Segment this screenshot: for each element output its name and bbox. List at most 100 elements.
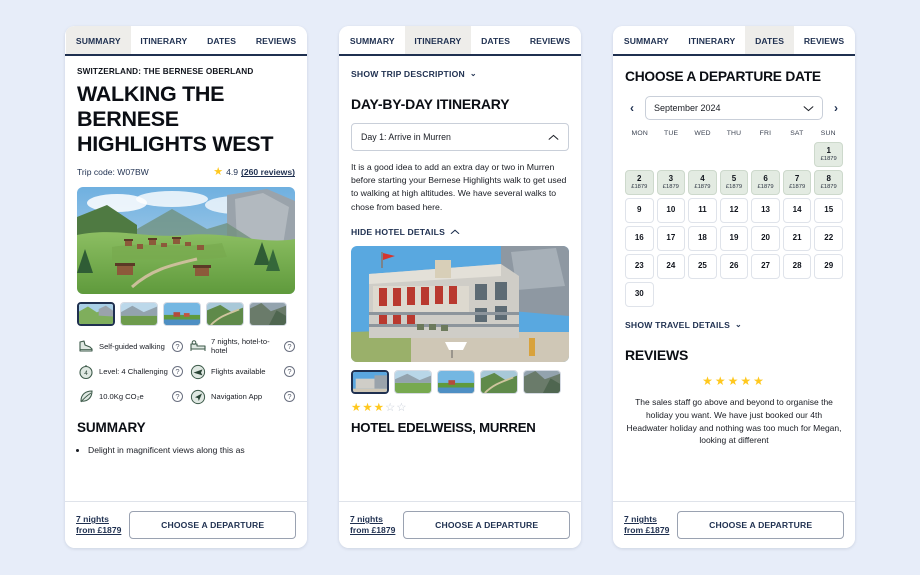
calendar-day-13[interactable]: 13 xyxy=(751,198,780,223)
calendar-day-22[interactable]: 22 xyxy=(814,226,843,251)
feature-label: Navigation App xyxy=(211,391,263,401)
calendar-day-18[interactable]: 18 xyxy=(688,226,717,251)
summary-bullets: Delight in magnificent views along this … xyxy=(77,444,295,456)
tab-summary[interactable]: SUMMARY xyxy=(614,26,679,54)
choose-departure-button[interactable]: CHOOSE A DEPARTURE xyxy=(677,511,844,539)
tab-itinerary[interactable]: ITINERARY xyxy=(131,26,198,54)
tab-itinerary[interactable]: ITINERARY xyxy=(404,26,472,54)
price-summary[interactable]: 7 nights from £1879 xyxy=(624,514,669,536)
calendar-day-11[interactable]: 11 xyxy=(688,198,717,223)
calendar-day-12[interactable]: 12 xyxy=(719,198,749,223)
hotel-thumbnail-0[interactable] xyxy=(351,369,389,394)
calendar-day-price: £1879 xyxy=(694,183,711,190)
price-summary[interactable]: 7 nights from £1879 xyxy=(76,514,121,536)
hotel-thumbnail-3[interactable] xyxy=(480,369,518,394)
thumbnail-0[interactable] xyxy=(77,301,115,326)
question-mark-icon[interactable]: ? xyxy=(172,366,183,378)
calendar-day-29[interactable]: 29 xyxy=(814,254,843,279)
thumbnail-1[interactable] xyxy=(120,301,158,326)
chevron-down-icon xyxy=(803,105,814,112)
hotel-thumbnail-1[interactable] xyxy=(394,369,432,394)
calendar-day-15[interactable]: 15 xyxy=(814,198,843,223)
calendar-day-9[interactable]: 9 xyxy=(625,198,654,223)
feature-label: 10.0Kg CO₂e xyxy=(99,391,144,401)
calendar-day-2[interactable]: 2 £1879 xyxy=(625,170,654,195)
calendar-day-10[interactable]: 10 xyxy=(656,198,686,223)
calendar-day-4[interactable]: 4 £1879 xyxy=(688,170,717,195)
thumbnail-3[interactable] xyxy=(206,301,244,326)
calendar-day-16[interactable]: 16 xyxy=(625,226,654,251)
tab-dates[interactable]: DATES xyxy=(745,26,794,54)
star-empty-icon: ☆ xyxy=(396,401,408,414)
calendar-day-30[interactable]: 30 xyxy=(625,282,654,307)
tab-dates[interactable]: DATES xyxy=(471,26,520,54)
calendar-day-23[interactable]: 23 xyxy=(625,254,654,279)
thumbnail-4[interactable] xyxy=(249,301,287,326)
chevron-right-icon[interactable]: › xyxy=(829,101,843,115)
hotel-image[interactable] xyxy=(351,245,569,362)
day-name: SUN xyxy=(820,130,836,137)
calendar-day-number: 28 xyxy=(792,261,802,271)
chevron-down-icon: ⌄ xyxy=(469,69,477,78)
tab-itinerary[interactable]: ITINERARY xyxy=(679,26,746,54)
show-trip-description-toggle[interactable]: SHOW TRIP DESCRIPTION ⌄ xyxy=(351,69,569,79)
feature-label: 7 nights, hotel-to-hotel xyxy=(211,336,270,356)
tab-reviews[interactable]: REVIEWS xyxy=(794,26,854,54)
show-travel-details-toggle[interactable]: SHOW TRAVEL DETAILS ⌄ xyxy=(625,320,843,330)
reviews-count-link[interactable]: (260 reviews) xyxy=(241,167,295,177)
review-star-rating: ★★★★★ xyxy=(625,375,843,387)
choose-departure-button[interactable]: CHOOSE A DEPARTURE xyxy=(129,511,296,539)
page-title: WALKING THE BERNESE HIGHLIGHTS WEST xyxy=(77,82,274,156)
tab-dates[interactable]: DATES xyxy=(197,26,246,54)
calendar-day-14[interactable]: 14 xyxy=(782,198,812,223)
mountain-meadow-thumb-icon xyxy=(395,370,431,393)
calendar-day-8[interactable]: 8 £1879 xyxy=(814,170,843,195)
calendar-day-26[interactable]: 26 xyxy=(719,254,749,279)
calendar-day-5[interactable]: 5 £1879 xyxy=(719,170,749,195)
question-mark-icon[interactable]: ? xyxy=(284,391,295,403)
calendar-day-19[interactable]: 19 xyxy=(719,226,749,251)
tab-summary[interactable]: SUMMARY xyxy=(66,26,131,54)
breadcrumb-destination: SWITZERLAND: THE BERNESE OBERLAND xyxy=(77,67,254,76)
hotel-thumbnail-4[interactable] xyxy=(523,369,561,394)
hide-hotel-details-toggle[interactable]: HIDE HOTEL DETAILS xyxy=(351,227,569,237)
choose-departure-button[interactable]: CHOOSE A DEPARTURE xyxy=(403,511,570,539)
thumbnail-strip xyxy=(77,301,295,326)
itinerary-day-accordion[interactable]: Day 1: Arrive in Murren xyxy=(351,123,569,151)
calendar-day-25[interactable]: 25 xyxy=(688,254,717,279)
thumbnail-2[interactable] xyxy=(163,301,201,326)
calendar-day-28[interactable]: 28 xyxy=(782,254,812,279)
tab-summary[interactable]: SUMMARY xyxy=(340,26,405,54)
rating-value: 4.9 xyxy=(226,167,239,178)
calendar-day-24[interactable]: 24 xyxy=(656,254,686,279)
calendar-blank-cell xyxy=(751,142,780,167)
price-summary[interactable]: 7 nights from £1879 xyxy=(350,514,395,536)
trip-code: Trip code: W07BW xyxy=(77,167,149,178)
tab-reviews[interactable]: REVIEWS xyxy=(520,26,580,54)
hero-image[interactable] xyxy=(77,186,295,294)
reviews-heading: REVIEWS xyxy=(625,347,689,363)
tabbar-itinerary: SUMMARY ITINERARY DATES REVIEWS xyxy=(339,26,581,56)
question-mark-icon[interactable]: ? xyxy=(284,340,295,352)
nights-label: 7 nights xyxy=(624,514,657,524)
calendar-day-21[interactable]: 21 xyxy=(782,226,812,251)
calendar-day-number: 7 xyxy=(794,174,800,184)
question-mark-icon[interactable]: ? xyxy=(284,366,295,378)
calendar-day-20[interactable]: 20 xyxy=(751,226,780,251)
question-mark-icon[interactable]: ? xyxy=(172,340,183,352)
calendar-day-price: £1879 xyxy=(789,183,806,190)
chevron-left-icon[interactable]: ‹ xyxy=(625,101,639,115)
svg-text:4: 4 xyxy=(84,370,88,377)
calendar-day-7[interactable]: 7 £1879 xyxy=(782,170,812,195)
hotel-thumbnail-2[interactable] xyxy=(437,369,475,394)
month-select[interactable]: September 2024 xyxy=(645,96,823,120)
question-mark-icon[interactable]: ? xyxy=(172,391,183,403)
calendar-day-number: 3 xyxy=(668,174,674,184)
calendar-day-17[interactable]: 17 xyxy=(656,226,686,251)
calendar-day-3[interactable]: 3 £1879 xyxy=(656,170,686,195)
tab-reviews[interactable]: REVIEWS xyxy=(246,26,306,54)
calendar-day-27[interactable]: 27 xyxy=(751,254,780,279)
calendar-day-1[interactable]: 1 £1879 xyxy=(814,142,843,167)
calendar-day-price: £1879 xyxy=(631,183,648,190)
calendar-day-6[interactable]: 6 £1879 xyxy=(751,170,780,195)
